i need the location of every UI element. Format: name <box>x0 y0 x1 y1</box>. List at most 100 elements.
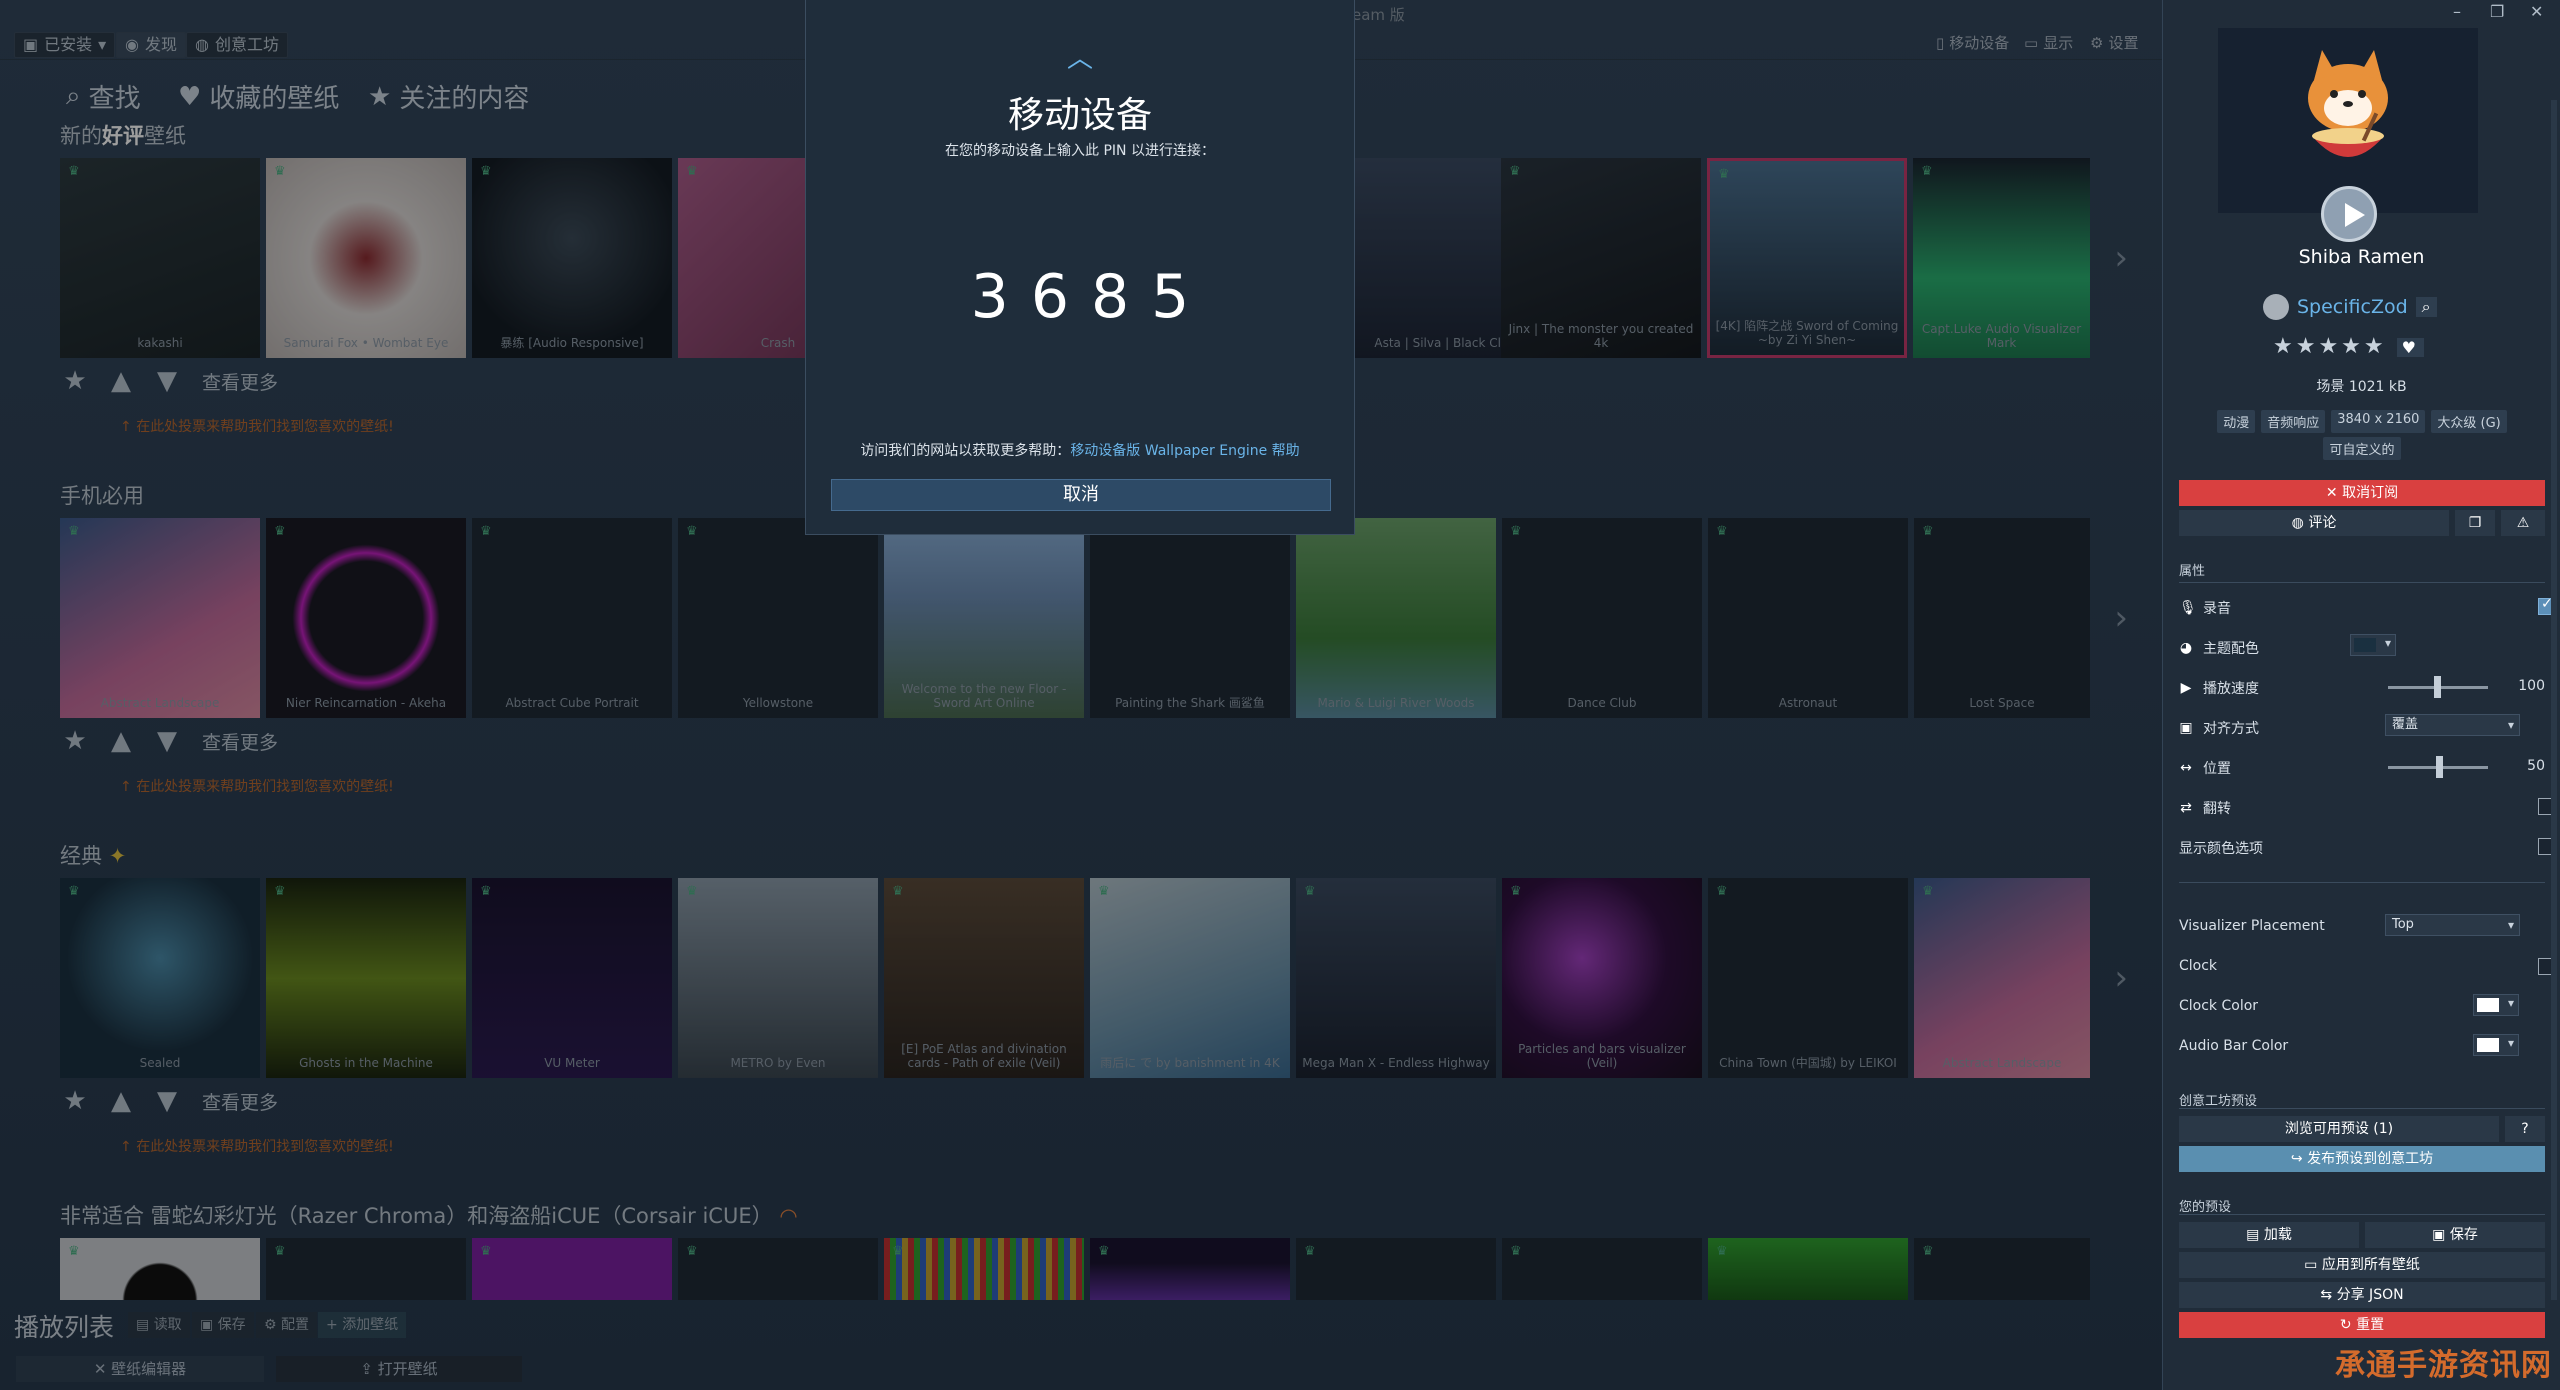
publish-preset-button[interactable]: ↪ 发布预设到创意工坊 <box>2179 1146 2545 1172</box>
wallpaper-tile[interactable]: ♛ kakashi <box>60 158 260 358</box>
wallpaper-tile[interactable]: ♛ <box>1708 1238 1908 1300</box>
following-nav[interactable]: ★ 关注的内容 <box>368 78 529 115</box>
wallpaper-tile[interactable]: ♛ [4K] 陷阵之战 Sword of Coming ~by Zi Yi She… <box>1707 158 1907 358</box>
thumbs-down-icon[interactable]: ▼ <box>152 1086 182 1116</box>
playlist-load-button[interactable]: ▤ 读取 <box>128 1312 190 1338</box>
align-dropdown[interactable]: 覆盖 <box>2385 714 2520 736</box>
author[interactable]: SpecificZod ⌕ <box>2263 294 2437 320</box>
wallpaper-tile[interactable]: ♛Mario & Luigi River Woods <box>1296 518 1496 718</box>
wallpaper-tile[interactable]: ♛ <box>678 1238 878 1300</box>
wallpaper-editor-button[interactable]: ✕ 壁纸编辑器 <box>16 1356 264 1382</box>
copy-icon[interactable]: ❐ <box>2455 510 2495 536</box>
see-more-link[interactable]: 查看更多 <box>202 368 278 395</box>
clock-color-picker[interactable] <box>2473 994 2519 1016</box>
wallpaper-tile[interactable]: ♛ [E] PoE Atlas and divination cards - Pa… <box>884 878 1084 1078</box>
wallpaper-tile[interactable]: ♛ Samurai Fox • Wombat Eye <box>266 158 466 358</box>
save-preset-button[interactable]: ▣ 保存 <box>2365 1222 2545 1248</box>
thumbs-up-icon[interactable]: ▲ <box>106 1086 136 1116</box>
open-wallpaper-button[interactable]: ⇪ 打开壁纸 <box>276 1356 522 1382</box>
chevron-right-icon[interactable]: › <box>2114 598 2128 638</box>
slider-handle[interactable] <box>2436 756 2443 778</box>
wallpaper-tile[interactable]: ♛ Yellowstone <box>678 518 878 718</box>
display-button[interactable]: ▭ 显示 <box>2024 32 2073 53</box>
wallpaper-tile[interactable]: ♛ Jinx | The monster you created 4k <box>1501 158 1701 358</box>
wallpaper-tile[interactable]: ♛ Astronaut <box>1708 518 1908 718</box>
slider-handle[interactable] <box>2434 676 2441 698</box>
search-nav[interactable]: ⌕ 查找 <box>66 78 141 115</box>
wallpaper-tile[interactable]: ♛Welcome to the new Floor - Sword Art On… <box>884 518 1084 718</box>
minimize-icon[interactable]: – <box>2453 2 2461 21</box>
search-icon[interactable]: ⌕ <box>2415 297 2437 317</box>
wallpaper-tile[interactable]: ♛ METRO by Even <box>678 878 878 1078</box>
wallpaper-tile[interactable]: ♛ <box>266 1238 466 1300</box>
wallpaper-tile[interactable]: ♛ Lost Space <box>1914 518 2090 718</box>
wallpaper-tile[interactable]: ♛Painting the Shark 画鲨鱼 <box>1090 518 1290 718</box>
load-preset-button[interactable]: ▤ 加载 <box>2179 1222 2359 1248</box>
wallpaper-tile[interactable]: ♛ <box>472 1238 672 1300</box>
tag[interactable]: 动漫 <box>2217 410 2256 433</box>
wallpaper-tile[interactable]: ♛ Dance Club <box>1502 518 1702 718</box>
tag[interactable]: 大众级 (G) <box>2431 410 2507 433</box>
close-icon[interactable]: ✕ <box>2530 2 2543 21</box>
tag[interactable]: 可自定义的 <box>2323 437 2401 460</box>
star-icon[interactable]: ★ <box>60 1086 90 1116</box>
wallpaper-tile[interactable]: ♛ 暴练 [Audio Responsive] <box>472 158 672 358</box>
wallpaper-tile[interactable]: ♛ China Town (中国城) by LEIKOI <box>1708 878 1908 1078</box>
wallpaper-tile[interactable]: ♛ <box>1502 1238 1702 1300</box>
wallpaper-tile[interactable]: ♛ Nier Reincarnation - Akeha <box>266 518 466 718</box>
help-link[interactable]: 移动设备版 Wallpaper Engine 帮助 <box>1070 443 1299 459</box>
wallpaper-tile[interactable]: ♛ Abstract Landscape <box>1914 878 2090 1078</box>
cancel-button[interactable]: 取消 <box>831 479 1331 511</box>
wallpaper-tile[interactable]: ♛ 雨后に で by banishment in 4K <box>1090 878 1290 1078</box>
maximize-icon[interactable]: ❐ <box>2490 2 2504 21</box>
discover-tab[interactable]: ◉ 发现 <box>116 32 186 58</box>
wallpaper-tile[interactable]: ♛ Particles and bars visualizer (Veil) <box>1502 878 1702 1078</box>
wallpaper-tile[interactable]: ♛ Mega Man X - Endless Highway <box>1296 878 1496 1078</box>
wallpaper-tile[interactable]: ♛ Sealed <box>60 878 260 1078</box>
wallpaper-tile[interactable]: ♛ Ghosts in the Machine <box>266 878 466 1078</box>
scrollbar[interactable] <box>2551 100 2557 1300</box>
workshop-tab[interactable]: ◍ 创意工坊 <box>186 32 288 58</box>
wallpaper-tile[interactable]: ♛ <box>60 1238 260 1300</box>
scheme-color-picker[interactable] <box>2350 634 2396 656</box>
wallpaper-tile[interactable]: ♛ <box>1090 1238 1290 1300</box>
help-button[interactable]: ? <box>2505 1116 2545 1142</box>
chevron-up-icon[interactable]: ︿ <box>806 38 1354 75</box>
speed-slider[interactable] <box>2388 676 2488 698</box>
playlist-config-button[interactable]: ⚙ 配置 <box>256 1312 318 1338</box>
wallpaper-tile[interactable]: ♛ <box>1296 1238 1496 1300</box>
position-slider[interactable] <box>2388 756 2488 778</box>
wallpaper-tile[interactable]: ♛ <box>1914 1238 2090 1300</box>
mobile-button[interactable]: ▯ 移动设备 <box>1936 32 2009 53</box>
favorites-nav[interactable]: ♥ 收藏的壁纸 <box>178 78 339 115</box>
playlist-add-button[interactable]: + 添加壁纸 <box>318 1312 407 1338</box>
settings-button[interactable]: ⚙ 设置 <box>2090 32 2138 53</box>
wallpaper-tile[interactable]: ♛ Capt.Luke Audio Visualizer Mark <box>1913 158 2090 358</box>
heart-icon[interactable]: ♥ <box>2396 338 2424 357</box>
audio-bar-color-picker[interactable] <box>2473 1034 2519 1056</box>
tag[interactable]: 音频响应 <box>2261 410 2326 433</box>
star-icon[interactable]: ★ <box>60 366 90 396</box>
installed-tab[interactable]: ▣ 已安装 ▾ <box>14 32 116 58</box>
warning-icon[interactable]: ⚠ <box>2501 510 2545 536</box>
play-button[interactable] <box>2321 186 2377 242</box>
thumbs-down-icon[interactable]: ▼ <box>152 366 182 396</box>
playlist-save-button[interactable]: ▣ 保存 <box>192 1312 254 1338</box>
wallpaper-tile[interactable]: ♛ VU Meter <box>472 878 672 1078</box>
browse-presets-button[interactable]: 浏览可用预设 (1) <box>2179 1116 2499 1142</box>
unsubscribe-button[interactable]: ✕ 取消订阅 <box>2179 480 2545 506</box>
thumbs-up-icon[interactable]: ▲ <box>106 366 136 396</box>
wallpaper-tile[interactable]: ♛ <box>884 1238 1084 1300</box>
visualizer-placement-dropdown[interactable]: Top <box>2385 914 2520 936</box>
reset-button[interactable]: ↻ 重置 <box>2179 1312 2545 1338</box>
thumbs-up-icon[interactable]: ▲ <box>106 726 136 756</box>
tag[interactable]: 3840 x 2160 <box>2331 410 2426 433</box>
see-more-link[interactable]: 查看更多 <box>202 728 278 755</box>
thumbs-down-icon[interactable]: ▼ <box>152 726 182 756</box>
apply-all-button[interactable]: ▭ 应用到所有壁纸 <box>2179 1252 2545 1278</box>
see-more-link[interactable]: 查看更多 <box>202 1088 278 1115</box>
wallpaper-tile[interactable]: ♛ Abstract Cube Portrait <box>472 518 672 718</box>
chevron-right-icon[interactable]: › <box>2114 958 2128 998</box>
wallpaper-tile[interactable]: ♛ Abstract Landscape <box>60 518 260 718</box>
chevron-right-icon[interactable]: › <box>2114 238 2128 278</box>
